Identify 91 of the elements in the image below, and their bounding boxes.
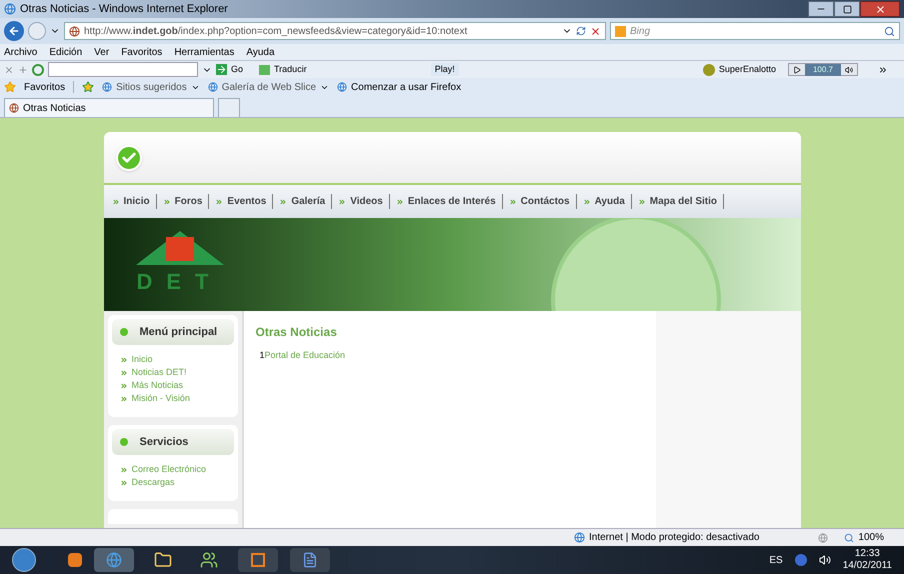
back-button[interactable] — [4, 21, 24, 41]
nav-link[interactable]: Mapa del Sitio — [650, 194, 718, 209]
lottery-button[interactable]: SuperEnalotto — [718, 62, 776, 76]
clock-time: 12:33 — [854, 548, 880, 560]
site-icon — [69, 26, 80, 36]
browser-taskbar-icon[interactable] — [94, 548, 134, 572]
star-icon[interactable] — [4, 81, 16, 93]
nav-link[interactable]: Eventos — [227, 194, 266, 209]
item-number: 1 — [260, 349, 265, 362]
nav-link[interactable]: Foros — [174, 194, 202, 209]
toolbar-logo-icon[interactable] — [32, 64, 44, 76]
favorite-link[interactable]: Comenzar a usar Firefox — [351, 80, 462, 94]
browser-icon — [4, 3, 16, 15]
url-text: http://www.indet.gob/index.php?option=com_newsfeeds&view=category&id=10:notext — [84, 24, 468, 38]
zoom-level[interactable]: 100% — [858, 530, 884, 545]
browser-tab[interactable]: Otras Noticias — [4, 98, 214, 117]
menu-item[interactable]: Ver — [94, 44, 110, 60]
more-icon[interactable] — [878, 64, 888, 74]
menu-item[interactable]: Ayuda — [246, 44, 275, 60]
chevrons-icon — [120, 356, 128, 364]
menu-item[interactable]: Favoritos — [121, 44, 162, 60]
chevrons-icon — [508, 198, 517, 206]
favorite-link[interactable]: Sitios sugeridos — [116, 80, 187, 94]
menu-item[interactable]: Herramientas — [174, 44, 234, 60]
search-icon[interactable] — [884, 26, 895, 36]
radio-player[interactable]: 100.7 — [788, 63, 858, 76]
maximize-button[interactable] — [834, 1, 860, 17]
nav-link[interactable]: Inicio — [124, 194, 150, 209]
chevrons-icon — [112, 198, 120, 206]
zoom-icon[interactable] — [844, 532, 854, 542]
chevrons-icon — [338, 198, 346, 206]
chevrons-icon — [279, 198, 288, 206]
chevrons-icon — [396, 198, 404, 206]
site-icon — [9, 103, 19, 113]
module-title: Servicios — [140, 434, 188, 450]
translate-button[interactable]: Traducir — [259, 62, 307, 76]
start-button[interactable] — [12, 548, 36, 572]
chevrons-icon — [638, 198, 646, 206]
nav-link[interactable]: Galería — [291, 194, 326, 209]
search-box[interactable]: Bing — [610, 22, 900, 40]
page-icon — [208, 82, 218, 92]
window-title: Otras Noticias - Windows Internet Explorer — [20, 2, 228, 17]
stop-icon[interactable] — [590, 26, 601, 36]
nav-link[interactable]: Videos — [350, 194, 383, 209]
chevrons-icon — [162, 198, 171, 206]
volume-icon[interactable] — [845, 66, 853, 74]
language-indicator[interactable]: ES — [769, 552, 783, 568]
play-button[interactable]: Play! — [430, 62, 459, 76]
add-favorite-icon[interactable] — [82, 81, 94, 93]
maximize-icon — [842, 4, 852, 14]
go-button[interactable]: Go — [231, 62, 244, 76]
folder-icon[interactable] — [154, 551, 172, 569]
menu-item[interactable]: Edición — [49, 44, 82, 60]
clock-date: 14/02/2011 — [842, 560, 892, 572]
nav-link[interactable]: Ayuda — [594, 194, 625, 209]
app-taskbar-icon[interactable] — [238, 548, 278, 572]
nav-link[interactable]: Enlaces de Interés — [408, 194, 496, 209]
minimize-button[interactable] — [808, 1, 834, 17]
toolbar-search-field[interactable] — [48, 62, 198, 77]
status-text: Internet | Modo protegido: desactivado — [589, 531, 760, 545]
internet-icon — [574, 532, 585, 543]
chevrons-icon — [582, 198, 591, 206]
article-heading: Otras Noticias — [256, 324, 338, 341]
logo-text: DET — [136, 268, 222, 296]
search-engine-icon — [615, 26, 626, 36]
favorites-link[interactable]: Favoritos — [24, 80, 66, 94]
chevrons-icon — [120, 368, 128, 376]
page-icon — [337, 82, 348, 92]
chevrons-icon — [215, 198, 224, 206]
checkmark-icon — [116, 144, 142, 170]
menu-item[interactable]: Archivo — [4, 44, 38, 60]
page-icon — [102, 82, 112, 92]
favorite-link[interactable]: Galería de Web Slice — [222, 80, 316, 94]
close-icon — [874, 4, 886, 14]
address-field[interactable]: http://www.indet.gob/index.php?option=com_newsfeeds&view=category&id=10:notext — [64, 22, 606, 40]
media-player-icon[interactable] — [68, 553, 82, 567]
refresh-icon[interactable] — [576, 26, 586, 36]
close-icon[interactable] — [4, 64, 14, 74]
nav-link[interactable]: Contáctos — [520, 194, 570, 209]
play-icon[interactable] — [792, 66, 801, 74]
back-arrow-icon — [8, 25, 20, 37]
chevrons-icon — [120, 478, 128, 486]
document-taskbar-icon[interactable] — [290, 548, 330, 572]
chevrons-icon — [120, 466, 128, 474]
module-title: Menú principal — [140, 324, 218, 340]
close-button[interactable] — [860, 1, 900, 17]
chevrons-icon — [120, 382, 128, 390]
station-display: 100.7 — [804, 64, 841, 76]
chevrons-icon — [120, 394, 128, 402]
people-icon[interactable] — [200, 551, 218, 569]
volume-icon[interactable] — [818, 554, 831, 566]
